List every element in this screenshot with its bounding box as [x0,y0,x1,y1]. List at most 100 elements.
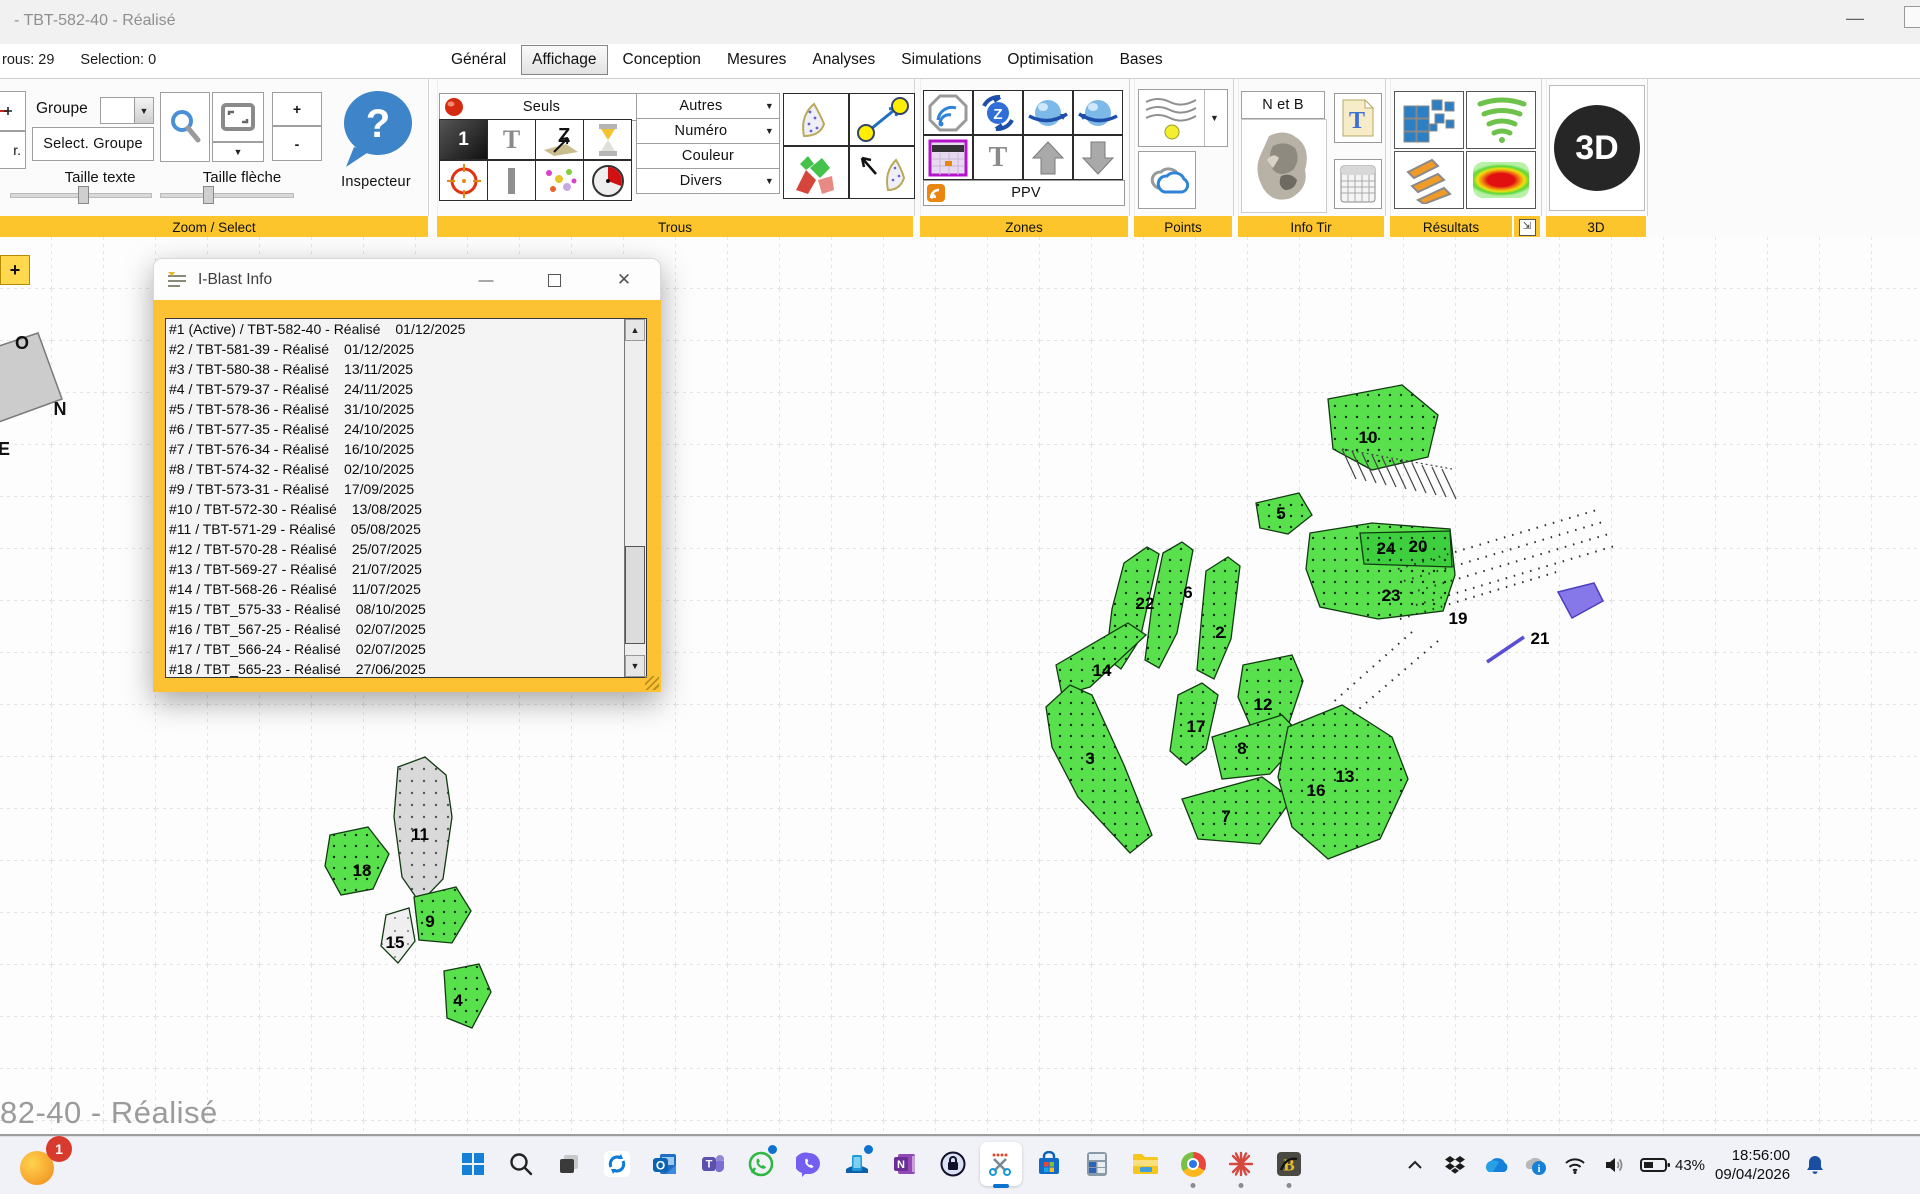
zoom-button[interactable] [160,92,210,162]
outlook-button[interactable]: O [644,1142,686,1186]
sphere-left-icon[interactable] [1023,90,1073,135]
resize-grip[interactable] [645,676,659,690]
phone-link-button[interactable] [836,1142,878,1186]
select-groupe-button[interactable]: Select. Groupe [32,127,154,161]
arrow-size-slider-thumb[interactable] [203,186,214,204]
z-rotate-icon[interactable]: Z [973,90,1023,135]
notifications-bell-button[interactable] [1800,1145,1830,1185]
tab-bases[interactable]: Bases [1109,45,1174,75]
scroll-up-icon[interactable]: ▲ [625,319,645,341]
hole-z-icon[interactable]: Z [535,119,584,160]
size-minus-button[interactable]: - [272,126,322,161]
clipped-r-button[interactable]: r. [0,131,26,169]
blast-list-item[interactable]: #7 / TBT-576-34 - Réalisé16/10/2025 [166,439,646,459]
red-sphere-icon[interactable] [443,96,467,118]
scrollbar-thumb[interactable] [625,546,645,644]
red-starburst-button[interactable] [1220,1142,1262,1186]
windows-start-button[interactable] [452,1142,494,1186]
groupe-dropdown[interactable]: ▼ [100,97,154,124]
column-icon[interactable] [487,160,536,201]
blast-list-item[interactable]: #10 / TBT-572-30 - Réalisé13/08/2025 [166,499,646,519]
blast-list-item[interactable]: #15 / TBT_575-33 - Réalisé08/10/2025 [166,599,646,619]
select-polygon-icon[interactable] [849,146,915,199]
info-window-titlebar[interactable]: I-Blast Info — ✕ [153,258,661,300]
green-arcs-button[interactable] [1466,91,1536,149]
tab-simulations[interactable]: Simulations [890,45,992,75]
battery-tray-button[interactable]: 43% [1640,1157,1705,1174]
canvas-plus-button[interactable]: + [0,255,30,285]
taskbar-clock[interactable]: 18:56:00 09/04/2026 [1715,1146,1790,1184]
tab-conception[interactable]: Conception [612,45,712,75]
blast-list-item[interactable]: #12 / TBT-570-28 - Réalisé25/07/2025 [166,539,646,559]
taskbar-search-button[interactable] [500,1142,542,1186]
tie-line-icon[interactable] [849,93,915,146]
clock-icon[interactable] [583,160,632,201]
tab-général[interactable]: Général [440,45,517,75]
map-canvas[interactable]: O N E [0,237,1920,1136]
blast-list-item[interactable]: #16 / TBT_567-25 - Réalisé02/07/2025 [166,619,646,639]
blast-list-item[interactable]: #1 (Active) / TBT-582-40 - Réalisé01/12/… [166,319,646,339]
cloud-points-button[interactable] [1138,151,1196,209]
fit-view-dropdown[interactable]: ▼ [212,142,264,162]
blast-list-item[interactable]: #13 / TBT-569-27 - Réalisé21/07/2025 [166,559,646,579]
sphere-right-icon[interactable] [1073,90,1123,135]
hole-text-icon[interactable]: T [487,119,536,160]
calendar-button[interactable] [1334,159,1382,209]
tab-optimisation[interactable]: Optimisation [996,45,1104,75]
blast-list-item[interactable]: #17 / TBT_566-24 - Réalisé02/07/2025 [166,639,646,659]
snipping-tool-button[interactable] [980,1142,1022,1186]
blast-list-item[interactable]: #11 / TBT-571-29 - Réalisé05/08/2025 [166,519,646,539]
divers-dropdown[interactable]: Divers▼ [636,168,780,194]
iblast-info-window[interactable]: I-Blast Info — ✕ #1 (Active) / TBT-582-4… [153,258,661,692]
mosaic-button[interactable] [1394,91,1464,149]
chrome-button[interactable] [1172,1142,1214,1186]
expand-dialog-icon[interactable]: ⇲ [1519,219,1536,236]
3d-button[interactable]: 3D [1549,85,1645,211]
text-doc-button[interactable]: T [1334,93,1382,143]
blast-list-item[interactable]: #4 / TBT-579-37 - Réalisé24/11/2025 [166,379,646,399]
ppv-button[interactable]: PPV [923,180,1125,206]
info-close-button[interactable]: ✕ [612,269,636,291]
blast-list-item[interactable]: #2 / TBT-581-39 - Réalisé01/12/2025 [166,339,646,359]
blast-list-item[interactable]: #3 / TBT-580-38 - Réalisé13/11/2025 [166,359,646,379]
contours-dropdown[interactable]: ▼ [1138,89,1228,147]
wifi-tray-button[interactable] [1560,1145,1590,1185]
zones-map-icon[interactable] [783,146,849,199]
netb-button[interactable]: N et B [1241,91,1325,119]
numero-dropdown[interactable]: Numéro▼ [636,118,780,144]
window-edge-button[interactable] [1904,6,1920,28]
tray-chevron-button[interactable] [1400,1145,1430,1185]
wifi-octagon-icon[interactable] [923,90,973,135]
viber-button[interactable] [788,1142,830,1186]
fit-view-button[interactable] [212,92,264,142]
tab-mesures[interactable]: Mesures [716,45,797,75]
scroll-down-icon[interactable]: ▼ [625,655,645,677]
hole-number-icon[interactable]: 1 [439,119,488,160]
cloud-info-tray-button[interactable]: i [1520,1145,1550,1185]
target-icon[interactable] [439,160,488,201]
heatmap-button[interactable] [1466,151,1536,209]
minimize-button[interactable]: — [1846,8,1864,29]
text-size-slider-thumb[interactable] [78,186,89,204]
dotted-polygon-icon[interactable] [783,93,849,146]
blast-list-item[interactable]: #8 / TBT-574-32 - Réalisé02/10/2025 [166,459,646,479]
info-minimize-button[interactable]: — [474,269,498,291]
zone-polygon-24-20[interactable] [1360,531,1452,567]
orange-strips-button[interactable] [1394,151,1464,209]
blast-list[interactable]: #1 (Active) / TBT-582-40 - Réalisé01/12/… [165,318,647,678]
onedrive-tray-button[interactable] [1480,1145,1510,1185]
purple-table-icon[interactable] [923,135,973,180]
blast-list-scrollbar[interactable]: ▲ ▼ [624,319,646,677]
arrow-up-icon[interactable] [1023,135,1073,180]
arrow-down-icon[interactable] [1073,135,1123,180]
onenote-button[interactable]: N [884,1142,926,1186]
info-maximize-button[interactable] [542,269,566,291]
rock-photo-button[interactable] [1241,119,1327,213]
volume-tray-button[interactable] [1600,1145,1630,1185]
text-icon[interactable]: T [973,135,1023,180]
teams-button[interactable]: T [692,1142,734,1186]
blast-list-item[interactable]: #5 / TBT-578-36 - Réalisé31/10/2025 [166,399,646,419]
scatter-icon[interactable] [535,160,584,201]
blast-list-item[interactable]: #18 / TBT_565-23 - Réalisé27/06/2025 [166,659,646,678]
whatsapp-button[interactable] [740,1142,782,1186]
